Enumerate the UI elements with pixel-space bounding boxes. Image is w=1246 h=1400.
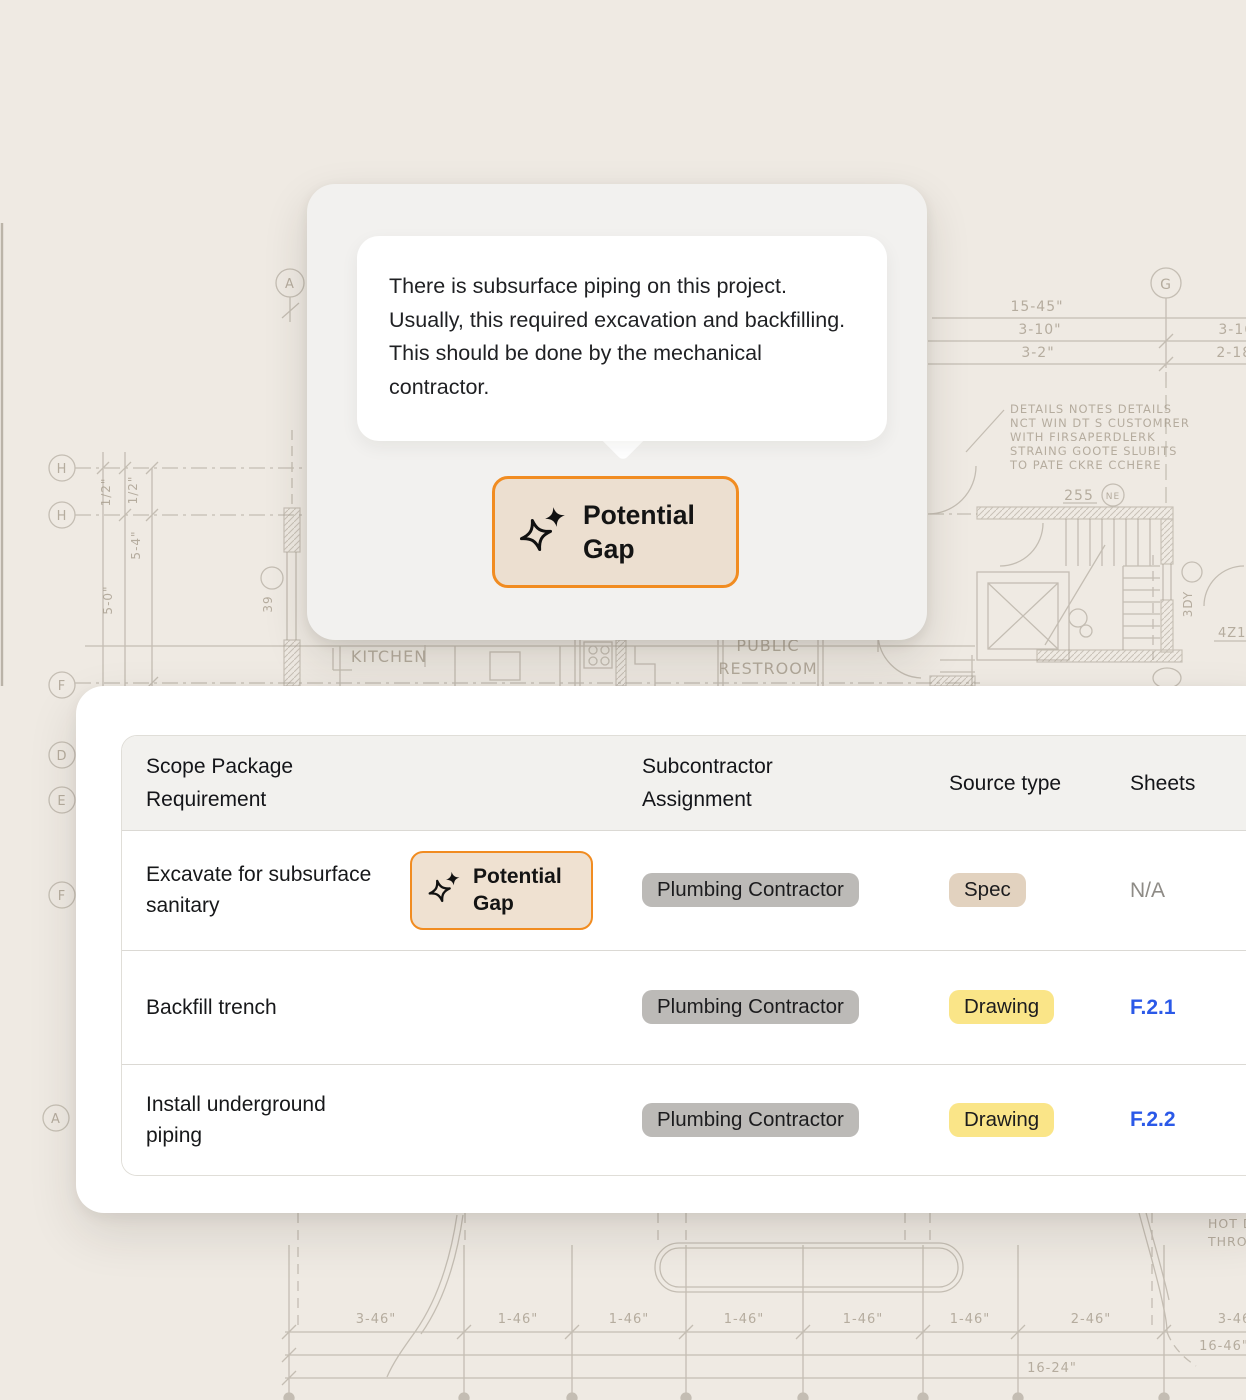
stair-ref-label: 255: [1064, 488, 1094, 504]
notes-line: TO PATE CKRE CCHERE: [1009, 458, 1162, 472]
column-header-scope-package-requirement: Scope Package Requirement: [122, 750, 376, 816]
grid-bubble-label: H: [57, 462, 68, 477]
scope-table: Scope Package Requirement Subcontractor …: [121, 735, 1246, 1176]
table-row[interactable]: Excavate for subsurface sanitary Potenti…: [122, 830, 1246, 950]
dimension-label: 1-46": [724, 1312, 764, 1327]
source-type-badge: Drawing: [949, 990, 1054, 1024]
grid-bubble-label: G: [1160, 277, 1172, 293]
dimension-label: 2-18": [1216, 345, 1246, 361]
dimension-label: 16-46": [1199, 1339, 1246, 1354]
tooltip-message: There is subsurface piping on this proje…: [389, 270, 855, 404]
dimension-label: 16-24": [1027, 1361, 1077, 1376]
potential-gap-badge[interactable]: Potential Gap: [410, 851, 593, 930]
subcontractor-badge: Plumbing Contractor: [642, 990, 859, 1024]
notes-line: DETAILS NOTES DETAILS: [1010, 402, 1172, 416]
dimension-label: 1-46": [950, 1312, 990, 1327]
detail-label: 39: [261, 595, 275, 612]
grid-bubble-label: F: [58, 679, 66, 694]
sheet-value: N/A: [1130, 879, 1165, 902]
stair-side-label: 3DY: [1181, 591, 1195, 618]
column-header-sheets: Sheets: [1130, 767, 1246, 800]
corner-note-line: HOT DR: [1208, 1216, 1246, 1231]
dimension-label: 5-4": [129, 530, 143, 559]
corner-note-line: THROU: [1207, 1234, 1246, 1249]
potential-gap-button[interactable]: Potential Gap: [492, 476, 739, 588]
dimension-label: 3-2": [1021, 345, 1054, 361]
potential-gap-badge-label: Potential Gap: [473, 863, 577, 918]
sheet-link[interactable]: F.2.1: [1130, 996, 1176, 1019]
requirement-text: Excavate for subsurface sanitary: [146, 859, 386, 921]
requirement-text: Install underground piping: [146, 1089, 386, 1151]
notes-line: WITH FIRSAPERDLERK: [1010, 430, 1156, 444]
dimension-label: 15-45": [1010, 299, 1063, 315]
sparkle-icon: [519, 503, 567, 562]
dimension-label: 3-16": [1218, 322, 1246, 338]
stair-ref-circle-label: NE: [1106, 492, 1120, 502]
column-header-source-type: Source type: [949, 767, 1130, 800]
dimension-label: 2-46": [1071, 1312, 1111, 1327]
dimension-label: 5-0": [101, 585, 115, 614]
dimension-label: 3-10": [1018, 322, 1061, 338]
door-ref-label: 4Z1/: [1218, 626, 1246, 641]
dimension-label: 1-46": [609, 1312, 649, 1327]
source-type-badge: Drawing: [949, 1103, 1054, 1137]
room-label-restroom: RESTROOM: [718, 659, 817, 678]
sparkle-icon: [428, 869, 461, 911]
dimension-label: 1/2": [126, 476, 140, 505]
sheet-link[interactable]: F.2.2: [1130, 1108, 1176, 1131]
grid-bubble-label: F: [58, 889, 66, 904]
dimension-label: 1-46": [498, 1312, 538, 1327]
grid-bubble-label: A: [51, 1112, 61, 1127]
scope-table-card: Scope Package Requirement Subcontractor …: [76, 686, 1246, 1213]
notes-line: NCT WIN DT S CUSTOMRER: [1010, 416, 1190, 430]
grid-bubble-label: H: [57, 509, 68, 524]
dimension-label: 3-46": [1218, 1312, 1246, 1327]
grid-bubble-label: E: [57, 794, 66, 809]
potential-gap-popover: There is subsurface piping on this proje…: [307, 184, 927, 640]
subcontractor-badge: Plumbing Contractor: [642, 873, 859, 907]
potential-gap-button-label: Potential Gap: [583, 498, 715, 567]
grid-bubble-label: A: [285, 277, 295, 292]
screen: A G H H F D E F A 15-45" 3-10" 3-2" 3-16…: [0, 0, 1246, 1400]
subcontractor-badge: Plumbing Contractor: [642, 1103, 859, 1137]
tooltip-bubble: There is subsurface piping on this proje…: [357, 236, 887, 441]
requirement-text: Backfill trench: [146, 992, 277, 1023]
table-header-row: Scope Package Requirement Subcontractor …: [122, 736, 1246, 830]
table-row[interactable]: Install underground piping Plumbing Cont…: [122, 1064, 1246, 1175]
grid-bubble-label: D: [56, 749, 67, 764]
dimension-label: 1/2": [99, 478, 113, 507]
column-header-subcontractor-assignment: Subcontractor Assignment: [642, 750, 872, 816]
dimension-label: 3-46": [356, 1312, 396, 1327]
table-row[interactable]: Backfill trench Plumbing Contractor Draw…: [122, 950, 1246, 1064]
notes-line: STRAING GOOTE SLUBITS: [1010, 444, 1177, 458]
dimension-label: 1-46": [843, 1312, 883, 1327]
room-label-kitchen: KITCHEN: [351, 647, 427, 666]
source-type-badge: Spec: [949, 873, 1026, 907]
